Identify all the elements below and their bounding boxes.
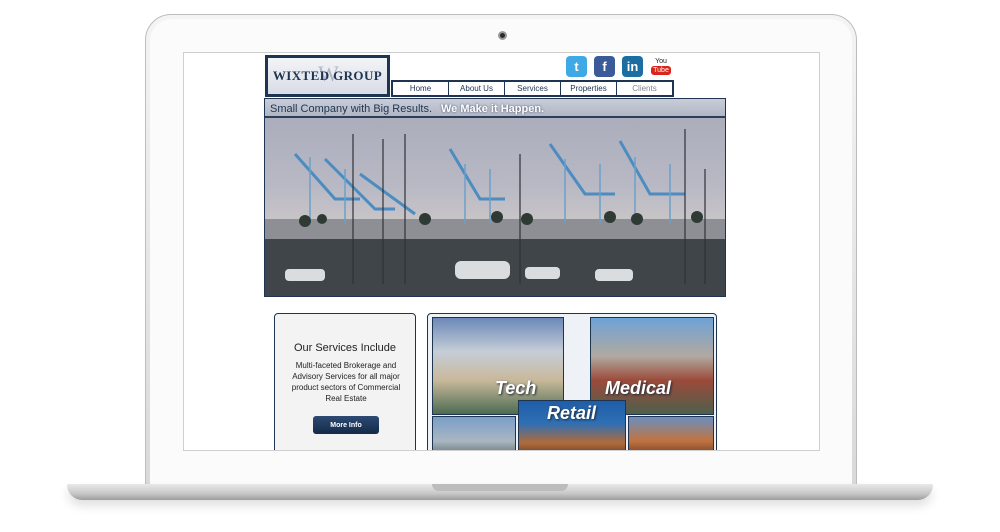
webcam-icon [498,31,507,40]
hero-banner: Small Company with Big Results. We Make … [264,98,726,297]
twitter-glyph: t [574,59,579,74]
medical-label: Medical [605,378,672,398]
services-description: Multi-faceted Brokerage and Advisory Ser… [291,361,401,403]
youtube-icon[interactable]: You Tube [651,56,671,77]
retail-label: Retail [547,403,597,423]
facebook-glyph: f [602,59,607,74]
facebook-icon[interactable]: f [594,56,615,77]
storefront-photo-tile [628,416,714,450]
linkedin-icon[interactable]: in [622,56,643,77]
retail-sector-tile[interactable]: Retail [518,400,626,450]
logo-text: WIXTED GROUP [272,68,383,83]
laptop-base-notch [432,484,568,491]
youtube-tube-text: Tube [651,66,671,75]
site-logo[interactable]: W WIXTED GROUP [265,55,390,97]
nav-properties[interactable]: Properties [561,82,617,95]
main-nav: Home About Us Services Properties Client… [391,80,674,97]
nav-about-us[interactable]: About Us [449,82,505,95]
nav-home[interactable]: Home [393,82,449,95]
twitter-icon[interactable]: t [566,56,587,77]
screen: W WIXTED GROUP t f in You Tube Home Abou… [183,52,820,451]
sectors-collage: Tech Medical Retail [427,313,717,450]
youtube-you-text: You [655,58,667,65]
services-title: Our Services Include [293,342,397,354]
tagline-bar: Small Company with Big Results. We Make … [265,99,725,118]
tagline-emphasis: We Make it Happen. [441,103,545,115]
office-photo-tile [432,416,516,450]
nav-clients[interactable]: Clients [617,82,672,95]
harbor-scene-image [265,129,725,296]
more-info-button[interactable]: More Info [313,416,379,434]
linkedin-glyph: in [626,59,639,74]
tagline-text: Small Company with Big Results. [270,103,433,115]
services-card: Our Services Include Multi-faceted Broke… [274,313,416,450]
nav-services[interactable]: Services [505,82,561,95]
tech-label: Tech [495,378,537,398]
